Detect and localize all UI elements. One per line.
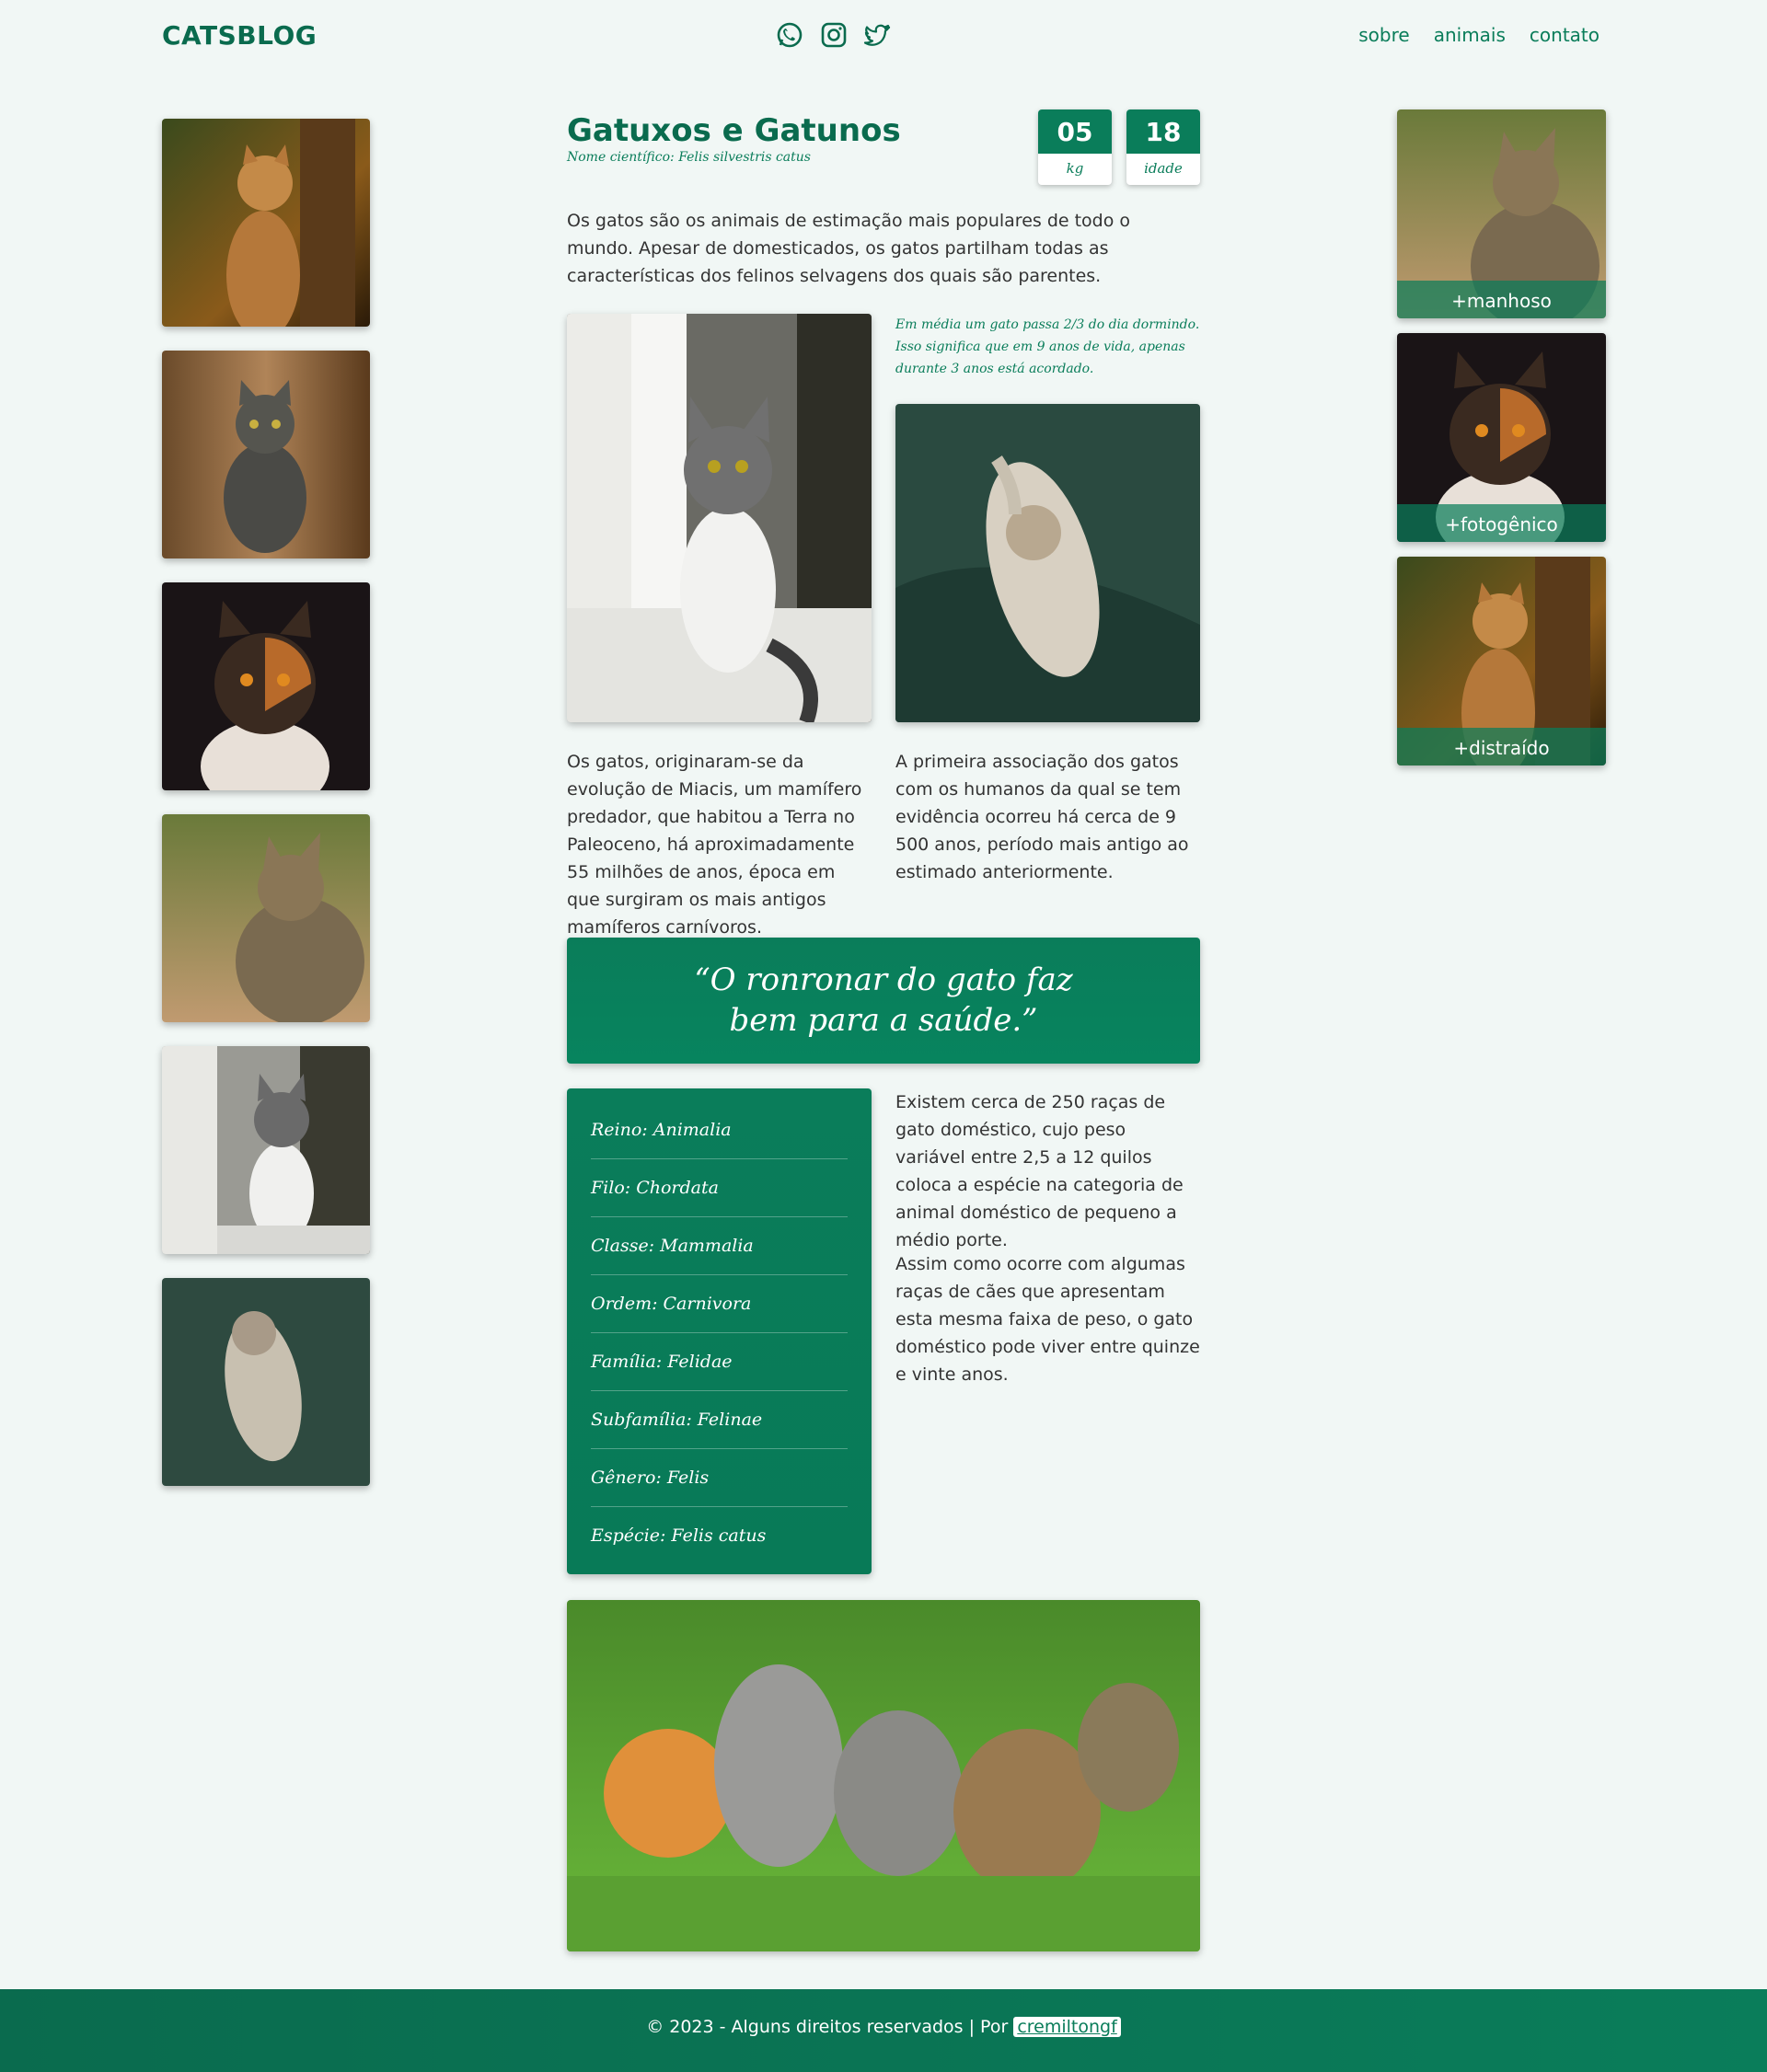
featured-cat-card[interactable]: +manhoso (1397, 109, 1606, 318)
lifespan-text: Assim como ocorre com algumas raças de c… (895, 1254, 1200, 1385)
gallery-photo[interactable] (162, 351, 370, 558)
taxonomy-row: Espécie: Felis catus (591, 1525, 767, 1546)
kittens-photo (567, 1600, 1200, 1951)
quote-line: bem para a saúde.” (729, 1002, 1038, 1039)
evolution-text: Os gatos, originaram-se da evolução de M… (567, 752, 862, 938)
stat-weight: 05 kg (1038, 109, 1112, 185)
article-photo (895, 404, 1200, 722)
social-links (775, 20, 893, 50)
gallery-photo[interactable] (162, 1046, 370, 1254)
main-nav: sobre animais contato (1358, 24, 1600, 46)
quote-line: “O ronronar do gato faz (694, 961, 1073, 998)
taxonomy-row: Gênero: Felis (591, 1449, 848, 1507)
taxonomy-row: Filo: Chordata (591, 1159, 848, 1217)
twitter-icon[interactable] (863, 20, 893, 50)
taxonomy-row: Classe: Mammalia (591, 1217, 848, 1275)
gallery-photo[interactable] (162, 582, 370, 790)
left-gallery (162, 119, 370, 1510)
site-header: CATSBLOG sobre animais contato (0, 0, 1767, 74)
history-text: A primeira associação dos gatos com os h… (895, 752, 1189, 882)
stat-value: 05 (1038, 109, 1112, 154)
stat-label: idade (1144, 160, 1183, 177)
gallery-photo[interactable] (162, 1278, 370, 1486)
featured-cat-card[interactable]: +distraído (1397, 557, 1606, 765)
card-caption: +fotogênico (1397, 504, 1606, 542)
stat-value: 18 (1126, 109, 1200, 154)
breeds-text: Existem cerca de 250 raças de gato domés… (895, 1092, 1184, 1250)
taxonomy-card: Reino: Animalia Filo: Chordata Classe: M… (567, 1088, 872, 1574)
gallery-photo[interactable] (162, 119, 370, 327)
card-caption: +manhoso (1397, 281, 1606, 318)
site-footer: © 2023 - Alguns direitos reservados | Po… (0, 1989, 1767, 2072)
taxonomy-row: Reino: Animalia (591, 1101, 848, 1159)
nav-sobre[interactable]: sobre (1358, 24, 1409, 46)
footer-text: © 2023 - Alguns direitos reservados | Po… (0, 2017, 1767, 2037)
article-title: Gatuxos e Gatunos (567, 112, 901, 149)
right-gallery: +manhoso +fotogênico +distraído (1397, 109, 1606, 780)
whatsapp-icon[interactable] (775, 20, 804, 50)
stat-label: kg (1066, 160, 1084, 177)
stat-age: 18 idade (1126, 109, 1200, 185)
site-logo[interactable]: CATSBLOG (162, 20, 317, 51)
nav-contato[interactable]: contato (1530, 24, 1600, 46)
scientific-name: Nome científico: Felis silvestris catus (567, 150, 811, 165)
taxonomy-row: Ordem: Carnivora (591, 1275, 848, 1333)
gallery-photo[interactable] (162, 814, 370, 1022)
article-photo (567, 314, 872, 722)
nav-animais[interactable]: animais (1434, 24, 1506, 46)
taxonomy-row: Família: Felidae (591, 1333, 848, 1391)
card-caption: +distraído (1397, 728, 1606, 765)
featured-cat-card[interactable]: +fotogênico (1397, 333, 1606, 542)
instagram-icon[interactable] (819, 20, 849, 50)
sleep-fact: Em média um gato passa 2/3 do dia dormin… (895, 317, 1200, 376)
taxonomy-row: Subfamília: Felinae (591, 1391, 848, 1449)
quote-block: “O ronronar do gato faz bem para a saúde… (567, 938, 1200, 1064)
copyright-text: © 2023 - Alguns direitos reservados | Po… (646, 2017, 1009, 2037)
author-link[interactable]: cremiltongf (1013, 2017, 1121, 2037)
intro-text: Os gatos são os animais de estimação mai… (567, 211, 1131, 286)
